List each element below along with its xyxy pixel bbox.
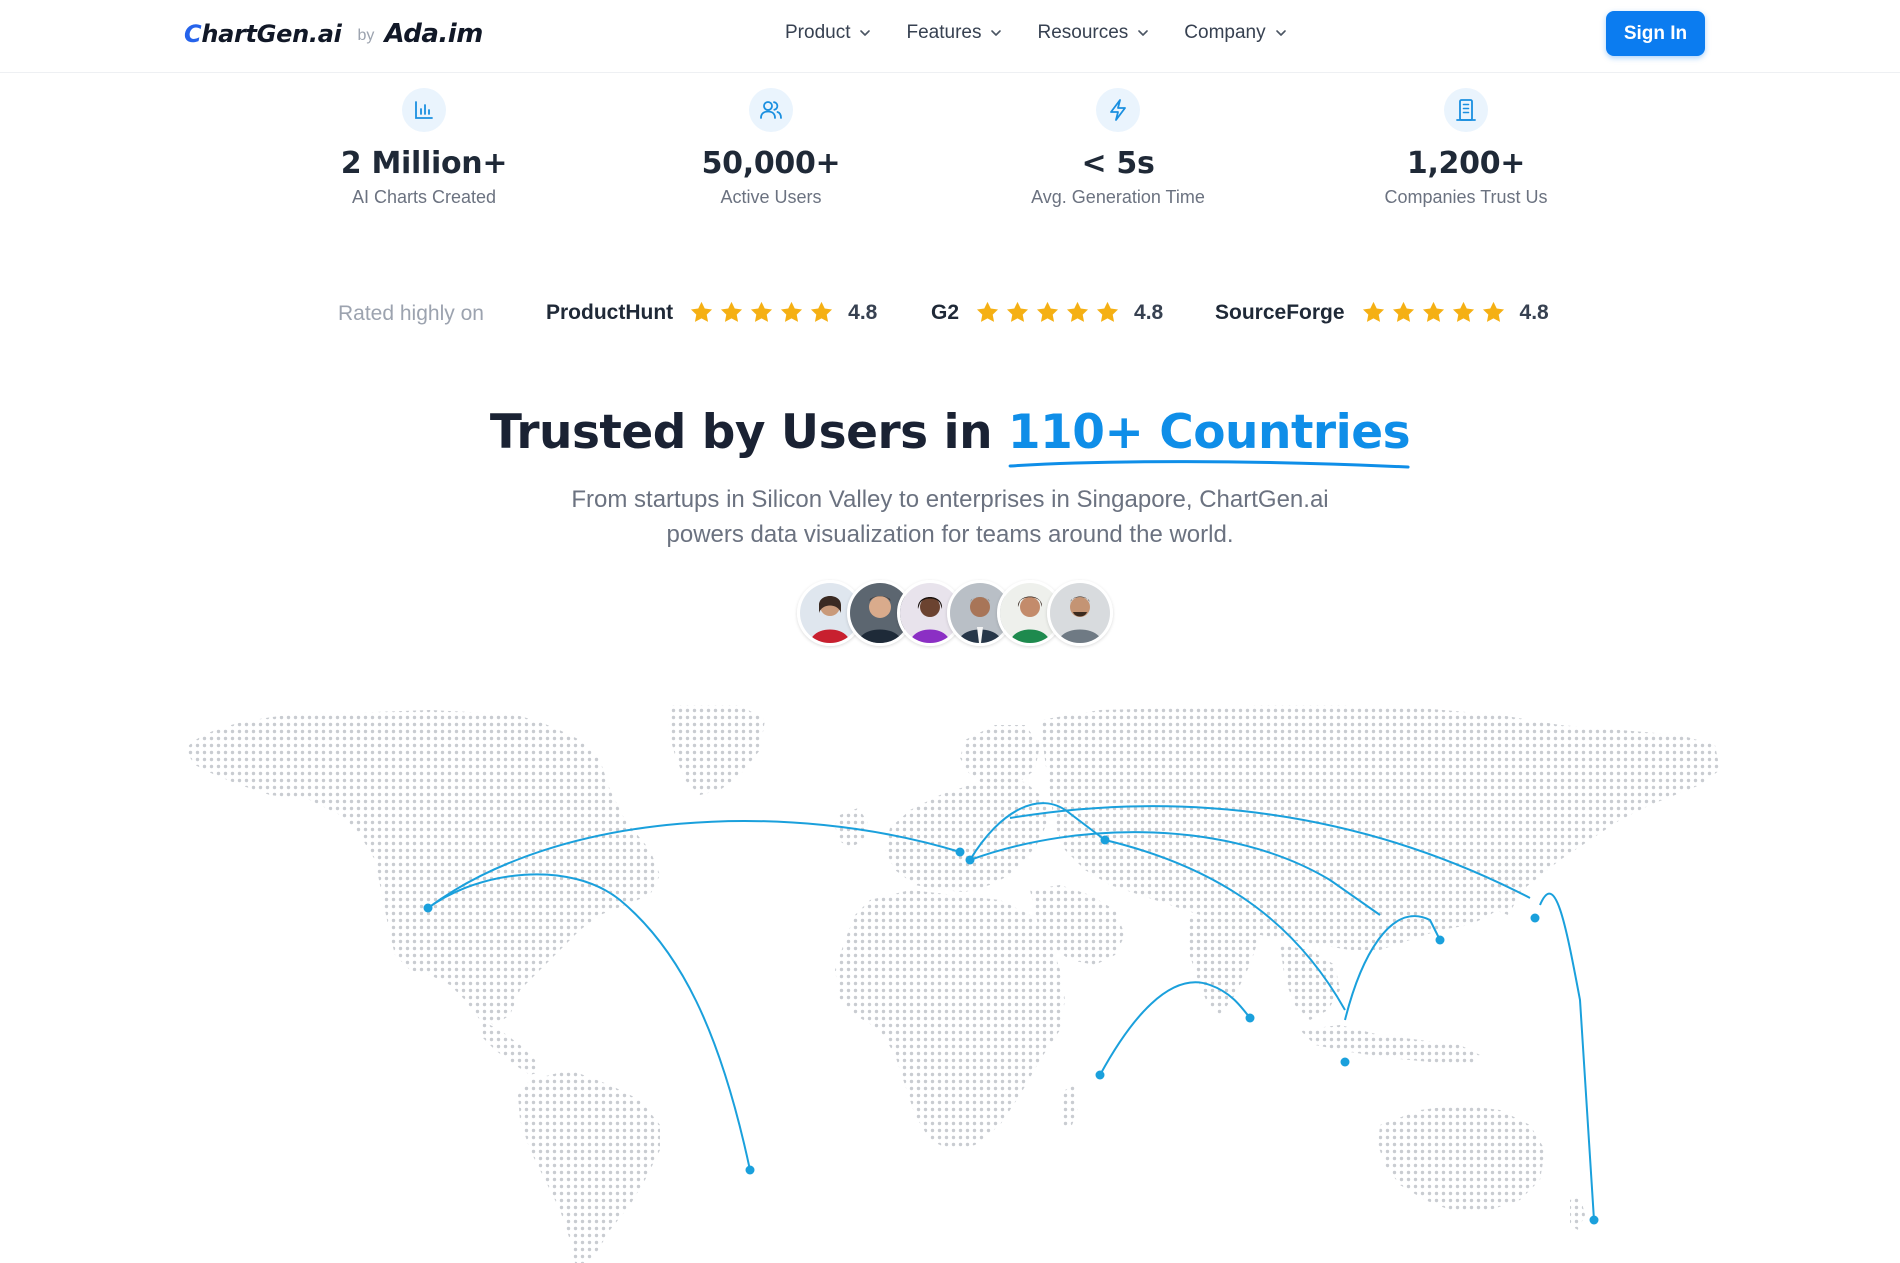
- star-icon: [1392, 301, 1414, 322]
- nav-product[interactable]: Product: [785, 20, 872, 46]
- star-icon: [1422, 301, 1444, 322]
- rated-highly-label: Rated highly on: [338, 302, 484, 325]
- stat-label: Avg. Generation Time: [1031, 187, 1205, 207]
- rating-producthunt[interactable]: ProductHunt 4.8: [546, 300, 877, 325]
- nav-resources[interactable]: Resources: [1037, 20, 1150, 46]
- section-headline: Trusted by Users in 110+ Countries: [0, 405, 1900, 469]
- star-icon: [1036, 301, 1059, 322]
- nav-features-label: Features: [906, 22, 982, 43]
- brand-logo[interactable]: ChartGen.ai by Ada.im: [184, 16, 483, 52]
- nav-product-label: Product: [785, 22, 851, 43]
- rating-score: 4.8: [848, 300, 878, 324]
- location-marker: [1245, 1013, 1255, 1023]
- lightning-icon: [1096, 88, 1140, 132]
- connection-arc: [1539, 892, 1595, 1221]
- stat-companies: 1,200+ Companies Trust Us: [1336, 88, 1596, 208]
- nav-features[interactable]: Features: [906, 20, 1003, 46]
- parent-brand-name: Ada.im: [384, 19, 483, 49]
- brand-by-label: by: [357, 27, 375, 44]
- stat-active-users: 50,000+ Active Users: [641, 88, 901, 208]
- star-icon: [811, 301, 833, 322]
- location-marker: [1589, 1215, 1599, 1225]
- main-nav: Product Features Resources Company: [785, 20, 1288, 46]
- headline-accent-text: 110+ Countries: [1007, 405, 1411, 460]
- location-marker: [965, 855, 975, 865]
- star-rating: [975, 300, 1120, 325]
- stat-generation-time: < 5s Avg. Generation Time: [988, 88, 1248, 208]
- location-marker: [1100, 835, 1110, 845]
- world-map-graphic: [185, 705, 1720, 1263]
- stat-label: Active Users: [720, 187, 822, 207]
- brand-name: ChartGen.ai: [184, 20, 342, 48]
- rating-score: 4.8: [1134, 300, 1164, 324]
- location-marker: [1095, 1070, 1105, 1080]
- location-marker: [1530, 913, 1540, 923]
- star-icon: [721, 301, 743, 322]
- stats-row: 2 Million+ AI Charts Created 50,000+ Act…: [0, 88, 1900, 218]
- star-icon: [781, 301, 803, 322]
- chevron-down-icon: [1275, 30, 1286, 36]
- stat-charts-created: 2 Million+ AI Charts Created: [294, 88, 554, 208]
- rating-sourceforge[interactable]: SourceForge 4.8: [1215, 300, 1549, 325]
- subtext-line-1: From startups in Silicon Valley to enter…: [571, 486, 1329, 513]
- user-avatars: [797, 580, 1113, 648]
- building-icon: [1444, 88, 1488, 132]
- star-icon: [1362, 301, 1384, 322]
- nav-resources-label: Resources: [1037, 22, 1129, 43]
- location-marker: [745, 1165, 755, 1175]
- stat-label: Companies Trust Us: [1384, 187, 1548, 207]
- location-marker: [423, 903, 433, 913]
- stat-label: AI Charts Created: [351, 187, 497, 207]
- site-header: ChartGen.ai by Ada.im Product Features R…: [0, 0, 1900, 73]
- headline-underline: [1008, 460, 1410, 469]
- headline-main: Trusted by Users in: [489, 405, 1008, 460]
- chevron-down-icon: [991, 30, 1002, 36]
- star-icon: [1066, 301, 1089, 322]
- stat-value: 2 Million+: [340, 146, 508, 181]
- subtext-line-2: powers data visualization for teams arou…: [666, 521, 1234, 548]
- stat-value: < 5s: [1081, 146, 1155, 181]
- chevron-down-icon: [860, 30, 871, 36]
- star-icon: [1482, 301, 1504, 322]
- stat-value: 50,000+: [701, 146, 841, 181]
- star-icon: [751, 301, 773, 322]
- stat-value: 1,200+: [1406, 146, 1526, 181]
- users-icon: [749, 88, 793, 132]
- bar-chart-icon: [402, 88, 446, 132]
- platform-name: SourceForge: [1215, 300, 1345, 324]
- star-rating: [689, 300, 834, 325]
- rating-score: 4.8: [1519, 300, 1549, 324]
- platform-name: ProductHunt: [546, 300, 674, 324]
- rating-g2[interactable]: G2 4.8: [931, 300, 1163, 325]
- star-icon: [1096, 301, 1119, 322]
- star-icon: [1006, 301, 1029, 322]
- location-marker: [955, 847, 965, 857]
- star-rating: [1361, 300, 1506, 325]
- headline-accent: 110+ Countries: [1007, 405, 1411, 469]
- world-map: [180, 700, 1720, 1263]
- nav-company[interactable]: Company: [1184, 20, 1287, 46]
- ratings-row: Rated highly on ProductHunt 4.8 G2 4.8 S…: [0, 296, 1900, 332]
- star-icon: [976, 301, 999, 322]
- location-marker: [1340, 1057, 1350, 1067]
- nav-company-label: Company: [1184, 22, 1266, 43]
- star-icon: [691, 301, 713, 322]
- location-marker: [1435, 935, 1445, 945]
- chevron-down-icon: [1138, 30, 1149, 36]
- star-icon: [1452, 301, 1474, 322]
- continents: [185, 705, 1720, 1263]
- platform-name: G2: [931, 300, 960, 324]
- section-subtext: From startups in Silicon Valley to enter…: [0, 482, 1900, 552]
- sign-in-button[interactable]: Sign In: [1606, 11, 1705, 56]
- avatar: [1047, 580, 1113, 646]
